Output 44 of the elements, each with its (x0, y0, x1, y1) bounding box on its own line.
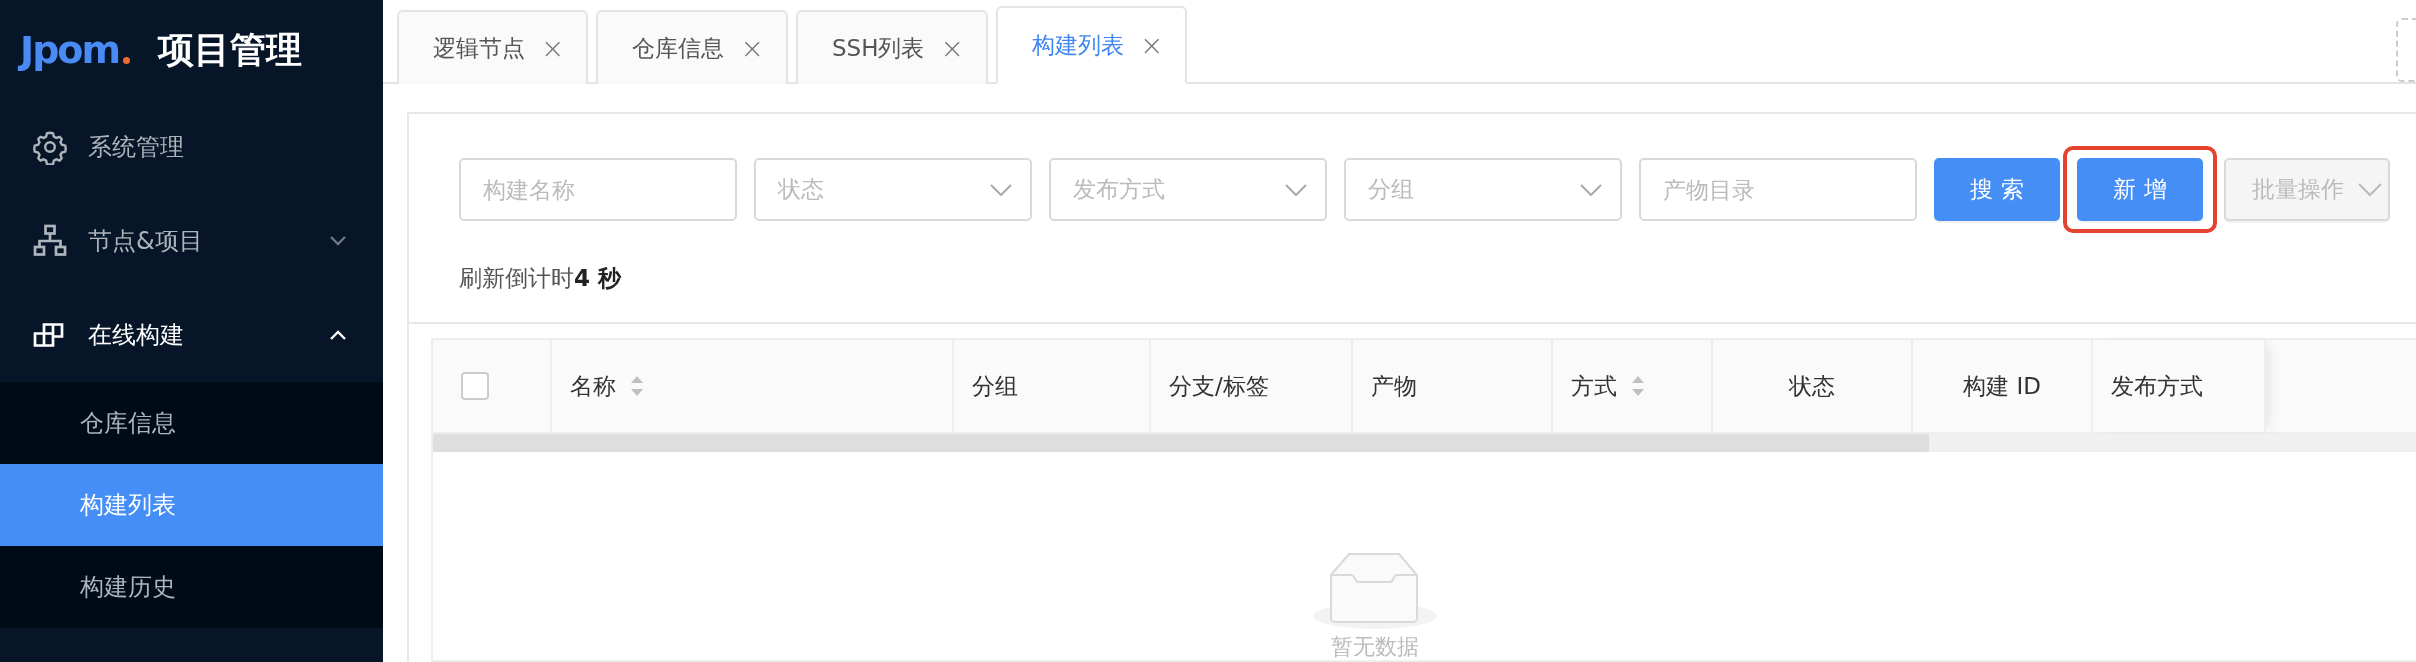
chevron-down-icon (1285, 183, 1307, 196)
app-title: 项目管理 (158, 27, 303, 72)
empty-message: 暂无数据 (1330, 634, 1419, 660)
column-header: 分组 (954, 340, 1151, 432)
column-header: 状态 (1713, 340, 1913, 432)
chevron-down-icon (990, 183, 1012, 196)
scrollbar-thumb[interactable] (433, 434, 1929, 452)
close-icon[interactable]: × (940, 31, 964, 65)
close-icon[interactable]: × (740, 31, 764, 65)
chevron-down-icon (329, 235, 347, 247)
tab[interactable]: 仓库信息 × (596, 10, 788, 84)
refresh-countdown: 刷新倒计时4 秒 (459, 264, 623, 293)
menu-item[interactable]: 系统管理 (0, 100, 383, 194)
chevron-down-icon (2358, 182, 2382, 197)
close-icon[interactable]: × (1139, 28, 1164, 62)
logo-dot-icon (123, 57, 131, 64)
empty-inbox-icon (1310, 550, 1439, 630)
input-field[interactable]: 构建名称 (459, 158, 737, 221)
button[interactable]: 新增 (2077, 158, 2203, 221)
sort-icon[interactable] (1631, 375, 1645, 397)
close-icon[interactable]: × (541, 31, 565, 65)
tab[interactable]: 逻辑节点 × (397, 10, 589, 84)
logo: Jpom (20, 28, 131, 72)
chevron-down-icon (1580, 183, 1602, 196)
menu-item[interactable]: 在线构建 (0, 288, 383, 382)
chevron-up-icon (329, 329, 347, 341)
column-header[interactable]: 名称 (552, 340, 954, 432)
tab[interactable]: 构建列表 × (995, 6, 1188, 84)
tab[interactable]: SSH列表 × (795, 10, 988, 84)
submenu-item[interactable]: 构建历史 (0, 546, 383, 628)
input-field[interactable]: 产物目录 (1639, 158, 1917, 221)
column-header[interactable]: 方式 (1553, 340, 1713, 432)
checkbox[interactable] (461, 372, 489, 400)
column-header: 发布方式 (2093, 340, 2266, 432)
hierarchy-icon (32, 223, 68, 259)
column-header: 构建 ID (1913, 340, 2093, 432)
button[interactable]: 搜索 (1934, 158, 2060, 221)
submenu-item[interactable]: 仓库信息 (0, 382, 383, 464)
sort-icon[interactable] (630, 375, 644, 397)
column-header: 产物 (1353, 340, 1553, 432)
menu-item[interactable]: 节点&项目 (0, 194, 383, 288)
column-header: 分支/标签 (1151, 340, 1353, 432)
submenu-item[interactable]: 构建列表 (0, 464, 383, 546)
settings-icon (32, 129, 68, 165)
